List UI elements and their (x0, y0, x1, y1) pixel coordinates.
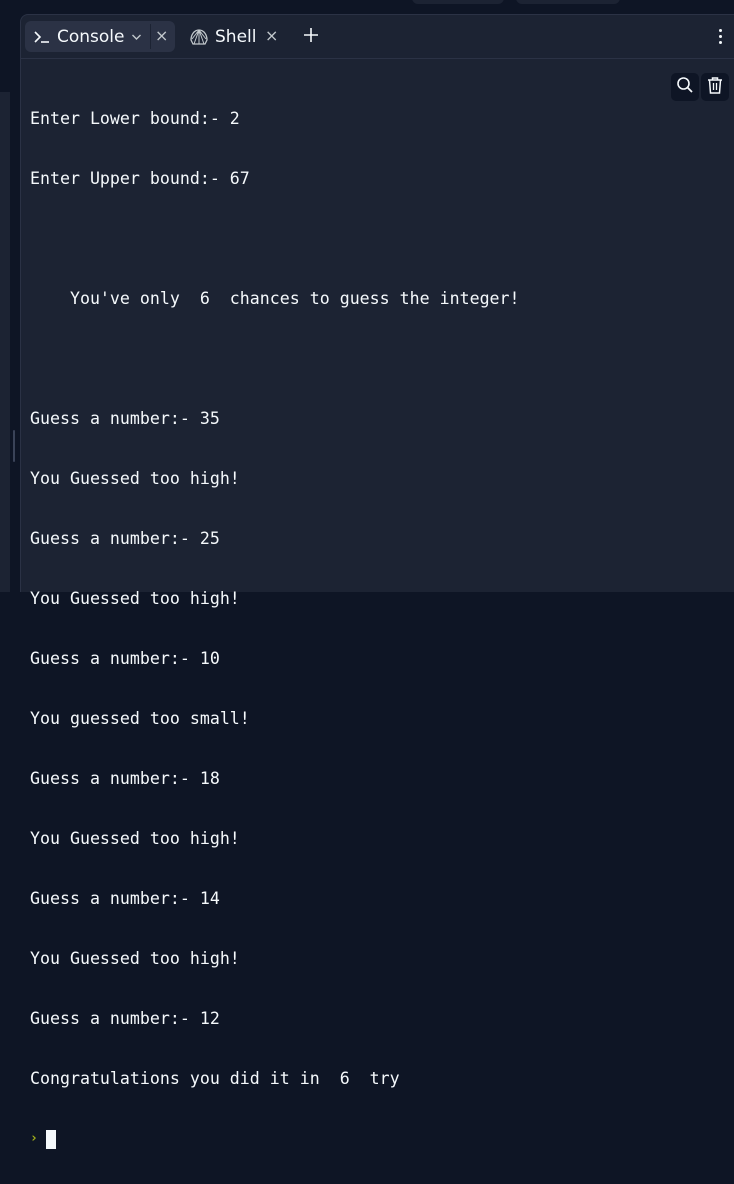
text-cursor (46, 1129, 56, 1149)
search-button[interactable] (671, 73, 699, 101)
console-line: Enter Upper bound:- 67 (30, 169, 250, 188)
tab-separator (150, 24, 151, 49)
console-line: You Guessed too high! (30, 949, 240, 968)
console-line: Guess a number:- 10 (30, 649, 220, 668)
prompt-icon: › (30, 1131, 38, 1146)
add-tab-icon[interactable] (299, 23, 323, 47)
tab-shell-label: Shell (215, 26, 257, 47)
console-output[interactable]: Enter Lower bound:- 2 Enter Upper bound:… (30, 69, 520, 1184)
console-line: Guess a number:- 25 (30, 529, 220, 548)
left-pane-scrollbar[interactable] (0, 92, 10, 592)
tab-bar: Console × Shell × (21, 15, 734, 59)
console-line: Enter Lower bound:- 2 (30, 109, 240, 128)
top-toolbar-button[interactable] (516, 0, 620, 4)
console-line: You Guessed too high! (30, 589, 240, 608)
console-line: You Guessed too high! (30, 469, 240, 488)
console-line: Guess a number:- 18 (30, 769, 220, 788)
console-prompt[interactable]: › (30, 1129, 520, 1149)
search-icon (676, 76, 694, 98)
clear-console-button[interactable] (701, 73, 729, 101)
tab-console-label: Console (57, 26, 125, 47)
top-strip (0, 0, 734, 12)
shell-icon (189, 28, 209, 46)
console-toolbar (671, 73, 729, 101)
console-line: You guessed too small! (30, 709, 250, 728)
close-icon[interactable]: × (265, 28, 278, 44)
console-panel: Console × Shell × Enter Lower bound:- 2 … (20, 14, 734, 1149)
terminal-icon (33, 30, 51, 44)
console-line: Guess a number:- 12 (30, 1009, 220, 1028)
console-line: Guess a number:- 35 (30, 409, 220, 428)
console-line: You've only 6 chances to guess the integ… (30, 289, 520, 308)
more-vertical-icon[interactable] (713, 25, 727, 47)
tab-console[interactable]: Console × (25, 21, 175, 52)
chevron-down-icon[interactable] (131, 33, 142, 41)
top-toolbar-button[interactable] (412, 0, 504, 4)
close-icon[interactable]: × (155, 28, 168, 44)
console-line: Congratulations you did it in 6 try (30, 1069, 400, 1088)
console-line: Guess a number:- 14 (30, 889, 220, 908)
tab-shell[interactable]: Shell × (185, 21, 285, 52)
resize-handle[interactable] (13, 430, 15, 462)
trash-icon (707, 76, 723, 98)
console-line: You Guessed too high! (30, 829, 240, 848)
